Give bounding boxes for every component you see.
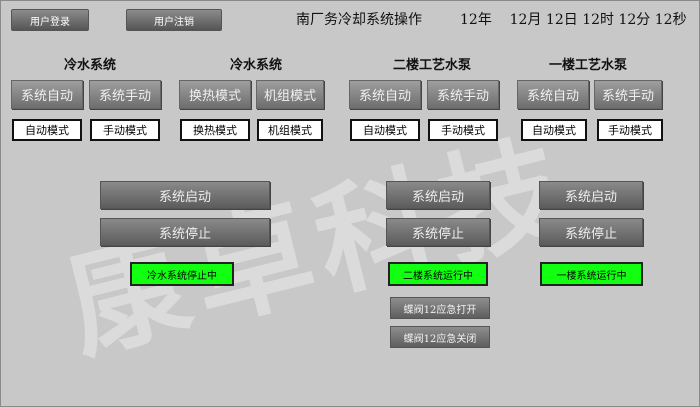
manual-mode-indicator-3: 手动模式 — [428, 119, 498, 141]
heat-exchange-mode-indicator: 换热模式 — [180, 119, 250, 141]
auto-mode-indicator-1: 自动模式 — [12, 119, 82, 141]
system-auto-button-4[interactable]: 系统自动 — [517, 80, 589, 109]
user-login-button[interactable]: 用户登录 — [11, 9, 89, 31]
right-system-start-button[interactable]: 系统启动 — [539, 181, 643, 209]
system-auto-button-3[interactable]: 系统自动 — [349, 80, 421, 109]
system-manual-button-1[interactable]: 系统手动 — [89, 80, 161, 109]
chilled-water-status-indicator: 冷水系统停止中 — [130, 262, 234, 286]
section-title-chilled-water-1: 冷水系统 — [63, 58, 116, 73]
clock-display: 12年 12月 12日 12时 12分 12秒 — [460, 9, 687, 29]
heat-exchange-mode-button[interactable]: 换热模式 — [179, 80, 251, 109]
section-title-floor2-pump: 二楼工艺水泵 — [392, 58, 471, 73]
clock-day: 12日 — [545, 12, 578, 28]
page-title: 南厂务冷却系统操作 — [296, 12, 422, 28]
system-manual-button-4[interactable]: 系统手动 — [594, 80, 662, 109]
auto-mode-indicator-3: 自动模式 — [350, 119, 420, 141]
valve12-emergency-open-button[interactable]: 蝶阀12应急打开 — [390, 297, 490, 319]
left-system-start-button[interactable]: 系统启动 — [100, 181, 270, 209]
clock-month: 12月 — [509, 12, 542, 28]
clock-hour: 12时 — [582, 12, 615, 28]
section-title-floor1-pump: 一楼工艺水泵 — [548, 58, 627, 73]
floor2-status-indicator: 二楼系统运行中 — [388, 262, 488, 286]
system-auto-button-1[interactable]: 系统自动 — [11, 80, 83, 109]
mid-system-stop-button[interactable]: 系统停止 — [386, 218, 490, 246]
clock-year: 12年 — [460, 12, 492, 28]
clock-second: 12秒 — [654, 12, 687, 28]
unit-mode-indicator: 机组模式 — [257, 119, 323, 141]
section-title-chilled-water-2: 冷水系统 — [229, 58, 282, 73]
clock-minute: 12分 — [618, 12, 651, 28]
manual-mode-indicator-4: 手动模式 — [597, 119, 663, 141]
mid-system-start-button[interactable]: 系统启动 — [386, 181, 490, 209]
valve12-emergency-close-button[interactable]: 蝶阀12应急关闭 — [390, 326, 490, 348]
right-system-stop-button[interactable]: 系统停止 — [539, 218, 643, 246]
auto-mode-indicator-4: 自动模式 — [521, 119, 587, 141]
floor1-status-indicator: 一楼系统运行中 — [540, 262, 643, 286]
system-manual-button-3[interactable]: 系统手动 — [427, 80, 499, 109]
user-logout-button[interactable]: 用户注销 — [126, 9, 222, 31]
left-system-stop-button[interactable]: 系统停止 — [100, 218, 270, 246]
unit-mode-button[interactable]: 机组模式 — [256, 80, 324, 109]
manual-mode-indicator-1: 手动模式 — [90, 119, 160, 141]
